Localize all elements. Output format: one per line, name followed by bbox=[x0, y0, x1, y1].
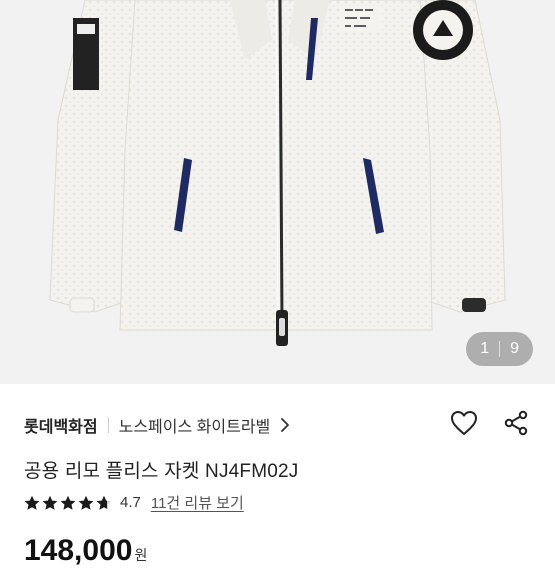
reviews-link[interactable]: 11건 리뷰 보기 bbox=[151, 492, 244, 513]
product-title: 공용 리모 플리스 자켓 NJ4FM02J bbox=[24, 461, 299, 482]
product-image-gallery[interactable]: 1 9 bbox=[0, 0, 555, 384]
share-icon bbox=[504, 410, 528, 436]
star-icon bbox=[24, 495, 40, 510]
star-icon bbox=[78, 495, 94, 510]
image-counter-current: 1 bbox=[480, 340, 490, 357]
star-icon bbox=[60, 495, 76, 510]
product-photo bbox=[49, 0, 506, 346]
favorite-button[interactable] bbox=[449, 408, 479, 438]
image-counter: 1 9 bbox=[466, 332, 533, 366]
image-counter-divider bbox=[499, 341, 501, 357]
rating-stars bbox=[24, 495, 112, 511]
image-counter-total: 9 bbox=[510, 340, 519, 357]
rating-value: 4.7 bbox=[120, 494, 141, 511]
store-name[interactable]: 롯데백화점 bbox=[24, 413, 98, 437]
rating-summary: 4.7 11건 리뷰 보기 bbox=[24, 492, 244, 513]
star-icon bbox=[42, 495, 58, 510]
brand-breadcrumb[interactable]: 롯데백화점 노스페이스 화이트라벨 bbox=[24, 410, 290, 440]
star-half-icon bbox=[96, 495, 112, 510]
price-unit: 원 bbox=[134, 547, 148, 563]
price-value: 148,000 bbox=[24, 534, 133, 567]
product-actions bbox=[449, 408, 531, 438]
share-button[interactable] bbox=[501, 408, 531, 438]
chevron-right-icon[interactable] bbox=[280, 418, 290, 432]
brand-name[interactable]: 노스페이스 화이트라벨 bbox=[119, 413, 271, 437]
heart-icon bbox=[451, 411, 477, 435]
breadcrumb-divider bbox=[107, 417, 109, 433]
product-price: 148,000 원 bbox=[24, 534, 147, 568]
